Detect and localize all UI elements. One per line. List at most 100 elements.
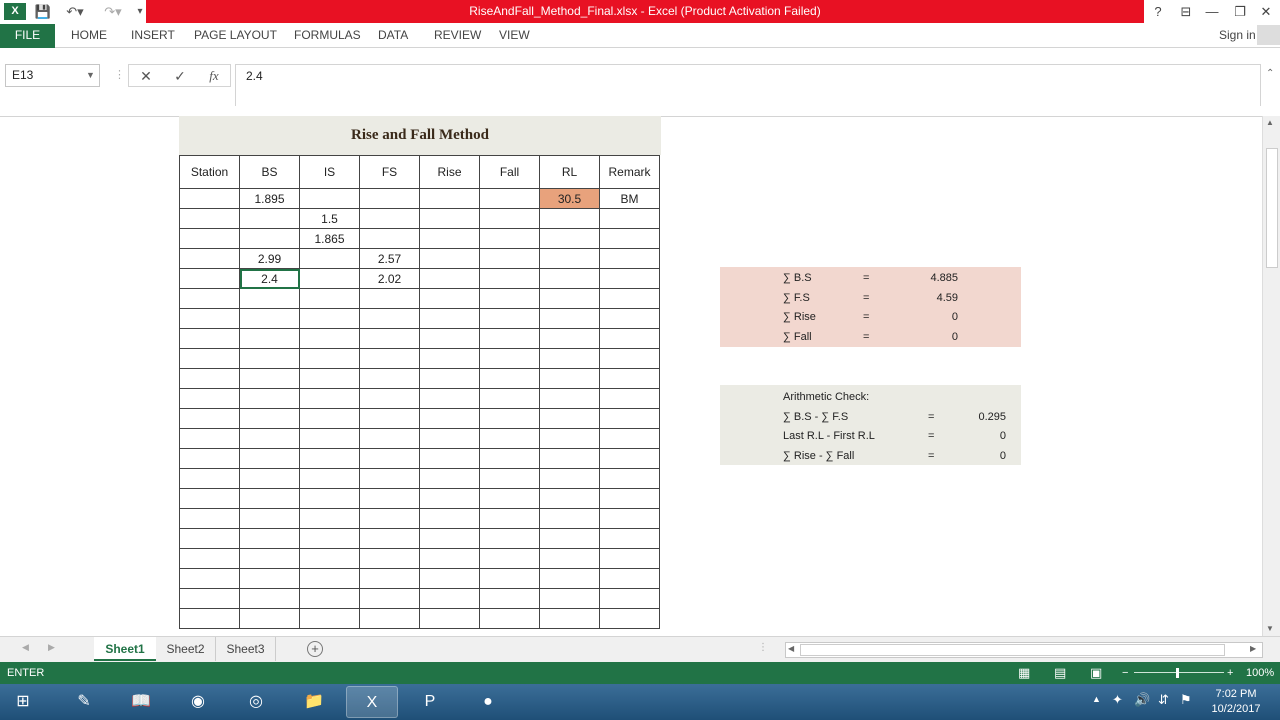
cell-rl[interactable] — [539, 608, 600, 629]
cell-fs[interactable] — [359, 328, 420, 349]
check-label[interactable]: ∑ Rise - ∑ Fall — [783, 446, 854, 466]
cell-fall[interactable] — [479, 188, 540, 209]
taskbar-reader-icon[interactable]: 📖 — [115, 686, 167, 718]
formula-input[interactable]: 2.4 — [235, 64, 1261, 106]
cell-is[interactable] — [299, 348, 360, 369]
volume-icon[interactable]: 🔊 — [1134, 692, 1150, 708]
vertical-scrollbar[interactable]: ▲ ▼ — [1262, 116, 1280, 636]
cell-remark[interactable] — [599, 308, 660, 329]
cell-is[interactable] — [299, 188, 360, 209]
tab-file[interactable]: FILE — [0, 24, 55, 48]
cell-rl[interactable] — [539, 528, 600, 549]
cell-bs[interactable] — [239, 548, 300, 569]
cell-remark[interactable] — [599, 288, 660, 309]
cell-fs[interactable] — [359, 448, 420, 469]
check-value[interactable]: 0 — [960, 426, 1006, 446]
cell-fs[interactable] — [359, 568, 420, 589]
save-icon[interactable]: 💾 — [32, 2, 54, 22]
taskbar-explorer-icon[interactable]: 📁 — [288, 686, 340, 718]
cell-bs[interactable] — [239, 228, 300, 249]
prev-sheet-icon[interactable]: ◀ — [22, 642, 29, 653]
cell-fs[interactable] — [359, 408, 420, 429]
sum-value[interactable]: 4.885 — [910, 268, 958, 288]
header-bs[interactable]: BS — [239, 155, 300, 189]
ribbon-display-options-icon[interactable]: ⊟ — [1172, 0, 1200, 23]
taskbar-chrome-icon[interactable]: ◎ — [230, 686, 282, 718]
cell-station[interactable] — [179, 448, 240, 469]
sum-equals[interactable]: = — [863, 288, 869, 308]
cell-station[interactable] — [179, 468, 240, 489]
cell-station[interactable] — [179, 568, 240, 589]
cell-bs[interactable] — [239, 488, 300, 509]
cell-rl[interactable]: 30.5 — [539, 188, 600, 209]
cell-fs[interactable] — [359, 208, 420, 229]
tab-split-grip-icon[interactable]: ⋮ — [758, 642, 768, 653]
cell-is[interactable] — [299, 288, 360, 309]
scroll-left-icon[interactable]: ◀ — [788, 644, 794, 653]
cell-remark[interactable]: BM — [599, 188, 660, 209]
cell-rl[interactable] — [539, 308, 600, 329]
cell-fs[interactable]: 2.57 — [359, 248, 420, 269]
show-hidden-icons-icon[interactable]: ▲ — [1092, 694, 1101, 704]
cell-fs[interactable] — [359, 488, 420, 509]
cell-station[interactable] — [179, 428, 240, 449]
cell-fall[interactable] — [479, 448, 540, 469]
taskbar-excel-icon[interactable]: X — [346, 686, 398, 718]
cell-is[interactable] — [299, 388, 360, 409]
cell-fs[interactable] — [359, 608, 420, 629]
check-equals[interactable]: = — [928, 407, 934, 427]
cell-rl[interactable] — [539, 488, 600, 509]
cell-remark[interactable] — [599, 268, 660, 289]
cell-fall[interactable] — [479, 268, 540, 289]
cell-fs[interactable] — [359, 588, 420, 609]
cell-station[interactable] — [179, 388, 240, 409]
cell-remark[interactable] — [599, 608, 660, 629]
cell-bs[interactable] — [239, 288, 300, 309]
taskbar-recorder-icon[interactable]: ● — [462, 686, 514, 718]
header-is[interactable]: IS — [299, 155, 360, 189]
cell-rise[interactable] — [419, 548, 480, 569]
survey-title[interactable]: Rise and Fall Method — [179, 116, 661, 155]
cell-fs[interactable] — [359, 288, 420, 309]
cell-remark[interactable] — [599, 448, 660, 469]
system-clock[interactable]: 7:02 PM 10/2/2017 — [1200, 687, 1272, 717]
action-center-icon[interactable]: ⚑ — [1180, 692, 1192, 708]
minimize-icon[interactable]: — — [1198, 0, 1226, 23]
cell-bs[interactable] — [239, 528, 300, 549]
normal-view-icon[interactable]: ▦ — [1018, 662, 1030, 684]
cell-fall[interactable] — [479, 608, 540, 629]
sum-equals[interactable]: = — [863, 268, 869, 288]
scroll-down-icon[interactable]: ▼ — [1266, 624, 1274, 633]
cell-rise[interactable] — [419, 528, 480, 549]
redo-icon[interactable]: ↷▾ — [98, 2, 128, 22]
cell-rl[interactable] — [539, 288, 600, 309]
cell-remark[interactable] — [599, 428, 660, 449]
cell-fs[interactable]: 2.02 — [359, 268, 420, 289]
cell-station[interactable] — [179, 508, 240, 529]
cell-rl[interactable] — [539, 248, 600, 269]
cell-is[interactable] — [299, 488, 360, 509]
cell-fs[interactable] — [359, 388, 420, 409]
cell-fs[interactable] — [359, 528, 420, 549]
cell-bs[interactable] — [239, 308, 300, 329]
tab-view[interactable]: VIEW — [499, 24, 530, 47]
cell-station[interactable] — [179, 408, 240, 429]
network-icon[interactable]: ⇵ — [1158, 692, 1169, 708]
maximize-icon[interactable]: ❐ — [1226, 0, 1254, 23]
cell-is[interactable] — [299, 268, 360, 289]
cell-fall[interactable] — [479, 248, 540, 269]
zoom-slider[interactable] — [1134, 672, 1224, 673]
sum-value[interactable]: 4.59 — [910, 288, 958, 308]
cell-fall[interactable] — [479, 348, 540, 369]
cell-rise[interactable] — [419, 228, 480, 249]
sum-equals[interactable]: = — [863, 327, 869, 347]
scroll-right-icon[interactable]: ▶ — [1250, 644, 1256, 653]
cell-fall[interactable] — [479, 368, 540, 389]
cell-rise[interactable] — [419, 268, 480, 289]
cell-remark[interactable] — [599, 208, 660, 229]
cell-is[interactable] — [299, 588, 360, 609]
cell-fall[interactable] — [479, 288, 540, 309]
cell-rl[interactable] — [539, 548, 600, 569]
cell-is[interactable] — [299, 508, 360, 529]
cell-rise[interactable] — [419, 408, 480, 429]
